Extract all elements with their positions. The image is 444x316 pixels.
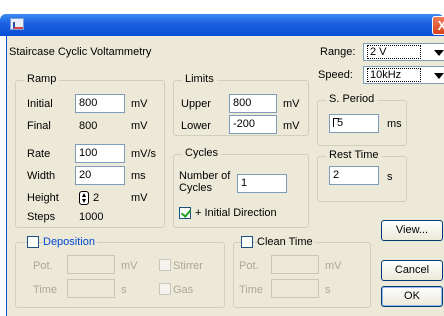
cycles-title: Cycles <box>182 147 222 159</box>
limits-title: Limits <box>182 73 217 85</box>
deposition-pot-label: Pot. <box>33 260 53 272</box>
height-label: Height <box>27 192 59 204</box>
rate-input[interactable]: 100 <box>75 144 125 163</box>
speed-value: 10kHz <box>367 68 421 82</box>
clean-time-label: Time <box>239 284 264 296</box>
rest-time-unit: s <box>387 171 393 183</box>
range-value: 2 V <box>367 45 421 59</box>
deposition-pot-input[interactable] <box>67 255 115 274</box>
view-button[interactable]: View... <box>381 220 443 241</box>
deposition-time-label: Time <box>33 284 58 296</box>
range-select[interactable]: 2 V <box>363 43 444 61</box>
initial-unit: mV <box>131 98 148 110</box>
clean-time-input[interactable] <box>271 279 319 298</box>
ramp-title: Ramp <box>24 73 60 85</box>
s-period-input[interactable]: 5 <box>329 114 379 133</box>
deposition-group <box>15 242 225 308</box>
chevron-down-icon <box>434 73 444 79</box>
s-period-title: S. Period <box>326 93 378 105</box>
width-label: Width <box>27 170 56 182</box>
initial-label: Initial <box>27 98 53 110</box>
cursor-icon <box>333 118 339 127</box>
deposition-pot-unit: mV <box>121 260 138 272</box>
lower-label: Lower <box>181 120 211 132</box>
height-spinner[interactable] <box>79 191 89 205</box>
lower-unit: mV <box>283 120 300 132</box>
close-button[interactable]: X <box>432 16 444 35</box>
height-value: 2 <box>93 192 100 204</box>
title-bar <box>0 14 444 36</box>
speed-label: Speed: <box>318 69 353 81</box>
clean-time-group <box>233 242 371 308</box>
chevron-down-icon <box>434 50 444 56</box>
deposition-time-unit: s <box>121 284 127 296</box>
upper-unit: mV <box>283 98 300 110</box>
clean-time-unit: s <box>325 284 331 296</box>
final-label: Final <box>27 120 51 132</box>
number-of-cycles-input[interactable]: 1 <box>237 174 287 193</box>
speed-select[interactable]: 10kHz <box>363 66 444 84</box>
lower-input[interactable]: -200 <box>229 115 277 134</box>
clean-time-checkbox[interactable] <box>241 236 253 248</box>
cancel-button[interactable]: Cancel <box>381 260 443 281</box>
deposition-time-input[interactable] <box>67 279 115 298</box>
final-value: 800 <box>79 120 98 132</box>
dialog-client: Staircase Cyclic Voltammetry Range: 2 V … <box>6 36 444 316</box>
initial-direction-checkbox[interactable] <box>179 207 191 219</box>
clean-pot-label: Pot. <box>239 260 259 272</box>
close-icon: X <box>437 18 444 33</box>
steps-value: 1000 <box>79 211 104 223</box>
number-of-cycles-label-1: Number of <box>179 170 231 182</box>
number-of-cycles-label-2: Cycles <box>179 182 213 194</box>
initial-direction-label: + Initial Direction <box>195 207 277 219</box>
s-period-unit: ms <box>387 118 402 130</box>
stirrer-checkbox[interactable] <box>159 259 171 271</box>
rest-time-input[interactable]: 2 <box>329 166 379 185</box>
stirrer-label: Stirrer <box>173 260 203 272</box>
gas-checkbox[interactable] <box>159 283 171 295</box>
clean-pot-unit: mV <box>325 260 342 272</box>
upper-input[interactable]: 800 <box>229 94 277 113</box>
dialog-heading: Staircase Cyclic Voltammetry <box>9 46 152 58</box>
final-unit: mV <box>131 120 148 132</box>
steps-label: Steps <box>27 211 56 223</box>
app-icon <box>10 18 24 30</box>
rest-time-title: Rest Time <box>326 149 382 161</box>
width-input[interactable]: 20 <box>75 166 125 185</box>
upper-label: Upper <box>181 98 211 110</box>
range-label: Range: <box>320 46 356 58</box>
initial-input[interactable]: 800 <box>75 94 125 113</box>
clean-time-title: Clean Time <box>257 236 315 248</box>
rate-unit: mV/s <box>131 148 157 160</box>
gas-label: Gas <box>173 284 194 296</box>
ok-button[interactable]: OK <box>381 286 443 307</box>
clean-pot-input[interactable] <box>271 255 319 274</box>
deposition-checkbox[interactable] <box>27 236 39 248</box>
rate-label: Rate <box>27 148 51 160</box>
deposition-title: Deposition <box>43 236 97 248</box>
height-unit: mV <box>131 192 148 204</box>
width-unit: ms <box>131 170 146 182</box>
